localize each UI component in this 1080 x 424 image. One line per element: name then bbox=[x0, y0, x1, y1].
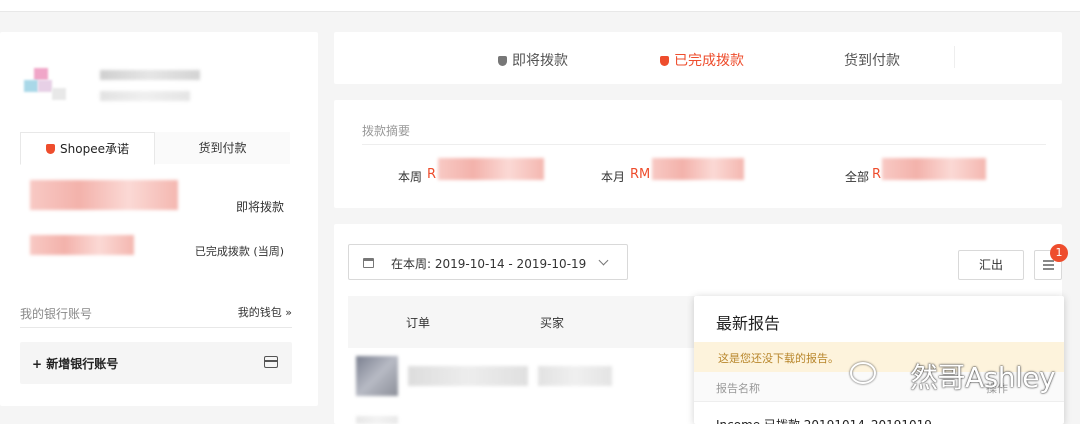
this-week-amount bbox=[438, 158, 544, 180]
shield-icon bbox=[498, 56, 507, 66]
card-icon bbox=[264, 356, 278, 368]
notice-text: 这是您还没下载的报告。 bbox=[718, 352, 839, 365]
export-button[interactable]: 汇出 bbox=[958, 250, 1024, 280]
this-week-label: 本周 bbox=[398, 170, 423, 184]
left-tabs: Shopee承诺 货到付款 bbox=[20, 132, 290, 165]
tab-upcoming[interactable]: 即将拨款 bbox=[498, 50, 568, 70]
col-report-name: 报告名称 bbox=[716, 382, 760, 395]
tab-label: Shopee承诺 bbox=[60, 142, 129, 156]
wallet-link[interactable]: 我的钱包 » bbox=[238, 304, 292, 320]
tab-divider bbox=[954, 46, 955, 68]
product-thumbnail bbox=[356, 416, 398, 424]
divider bbox=[20, 327, 292, 328]
product-thumbnail bbox=[356, 356, 398, 396]
bank-title: 我的银行账号 bbox=[20, 307, 93, 321]
order-id bbox=[408, 366, 528, 386]
summary-title: 拨款摘要 bbox=[362, 124, 411, 138]
tab-shopee-guarantee[interactable]: Shopee承诺 bbox=[20, 132, 155, 165]
report-row-name[interactable]: Income 已拨款 20191014_20191019 bbox=[716, 416, 932, 424]
completed-amount bbox=[30, 235, 134, 255]
col-buyer: 买家 bbox=[540, 316, 565, 330]
chevron-down-icon bbox=[598, 255, 609, 266]
payout-tabs-card: 即将拨款 已完成拨款 货到付款 bbox=[334, 32, 1062, 84]
shop-name bbox=[100, 70, 200, 80]
this-month-amount bbox=[652, 158, 744, 180]
shop-username bbox=[100, 91, 190, 101]
this-week-value: R bbox=[427, 167, 437, 182]
left-panel: Shopee承诺 货到付款 即将拨款 已完成拨款 (当周) 我的银行账号 我的钱… bbox=[0, 32, 318, 406]
tab-cod-top[interactable]: 货到付款 bbox=[844, 50, 900, 70]
buyer-name bbox=[538, 366, 612, 386]
shop-avatar bbox=[24, 68, 68, 104]
reports-badge: 1 bbox=[1050, 244, 1068, 262]
summary-divider bbox=[362, 144, 1046, 145]
tab-completed-label: 已完成拨款 bbox=[674, 53, 744, 69]
date-range-text: 在本周: 2019-10-14 - 2019-10-19 bbox=[391, 257, 587, 271]
this-month-label: 本月 bbox=[601, 170, 626, 184]
total-value: R bbox=[872, 167, 882, 182]
export-label: 汇出 bbox=[978, 258, 1003, 272]
total-amount bbox=[882, 158, 986, 180]
completed-label: 已完成拨款 (当周) bbox=[194, 245, 284, 258]
top-bar bbox=[0, 0, 1080, 12]
upcoming-label: 即将拨款 bbox=[235, 200, 284, 214]
popup-title: 最新报告 bbox=[716, 314, 781, 333]
table-row[interactable] bbox=[348, 412, 694, 424]
col-order: 订单 bbox=[406, 316, 431, 330]
calendar-icon bbox=[363, 258, 374, 268]
shield-icon bbox=[660, 56, 669, 66]
upcoming-amount bbox=[30, 180, 178, 210]
tab-cod[interactable]: 货到付款 bbox=[155, 132, 290, 164]
add-bank-button[interactable]: + 新增银行账号 bbox=[20, 342, 292, 384]
this-month-value: RM bbox=[630, 167, 651, 182]
tab-completed[interactable]: 已完成拨款 bbox=[660, 50, 744, 70]
date-range-picker[interactable]: 在本周: 2019-10-14 - 2019-10-19 bbox=[348, 244, 628, 280]
tab-upcoming-label: 即将拨款 bbox=[512, 53, 568, 69]
list-icon bbox=[1043, 260, 1054, 262]
badge-count: 1 bbox=[1055, 246, 1063, 259]
shield-icon bbox=[46, 144, 56, 154]
summary-card: 拨款摘要 本周 R 本月 RM 全部 R bbox=[334, 100, 1062, 208]
add-bank-label: + 新增银行账号 bbox=[32, 357, 119, 371]
wechat-icon bbox=[850, 362, 876, 384]
total-label: 全部 bbox=[845, 170, 870, 184]
watermark-text: 然哥Ashley bbox=[910, 361, 1056, 394]
table-row[interactable] bbox=[348, 354, 694, 398]
